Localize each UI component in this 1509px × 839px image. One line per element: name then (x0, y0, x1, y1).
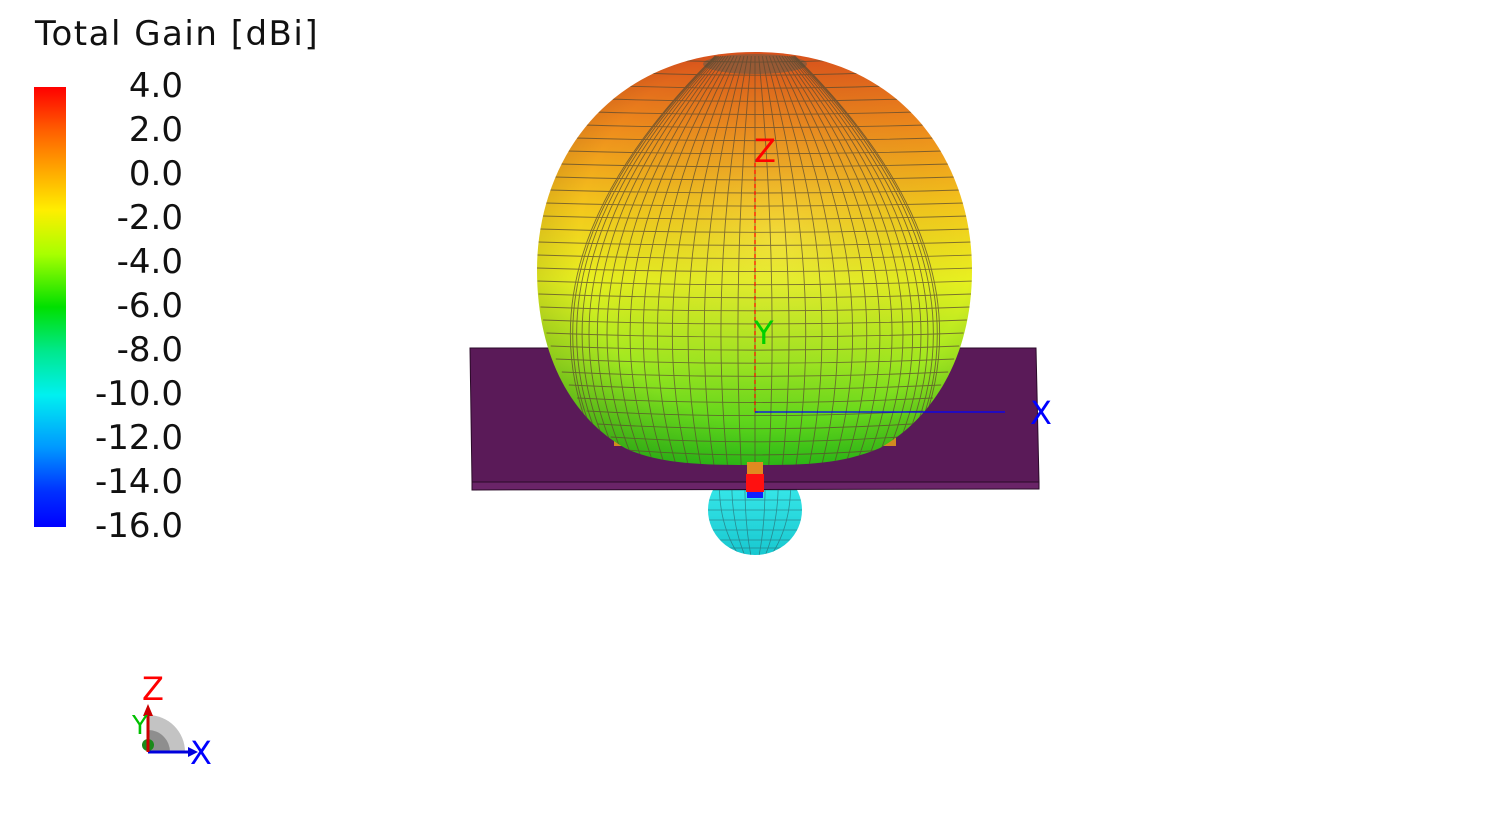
3d-viewport[interactable]: Z Y X Z Y X (0, 0, 1509, 839)
main-radiation-lobe (537, 52, 972, 465)
triad-y-label: Y (131, 711, 148, 741)
x-axis-label: X (1030, 394, 1052, 432)
z-axis-label: Z (754, 132, 776, 170)
triad-x-label: X (190, 734, 212, 772)
y-axis-label: Y (753, 314, 774, 352)
triad-z-label: Z (142, 670, 164, 708)
feed-pin (746, 462, 764, 498)
